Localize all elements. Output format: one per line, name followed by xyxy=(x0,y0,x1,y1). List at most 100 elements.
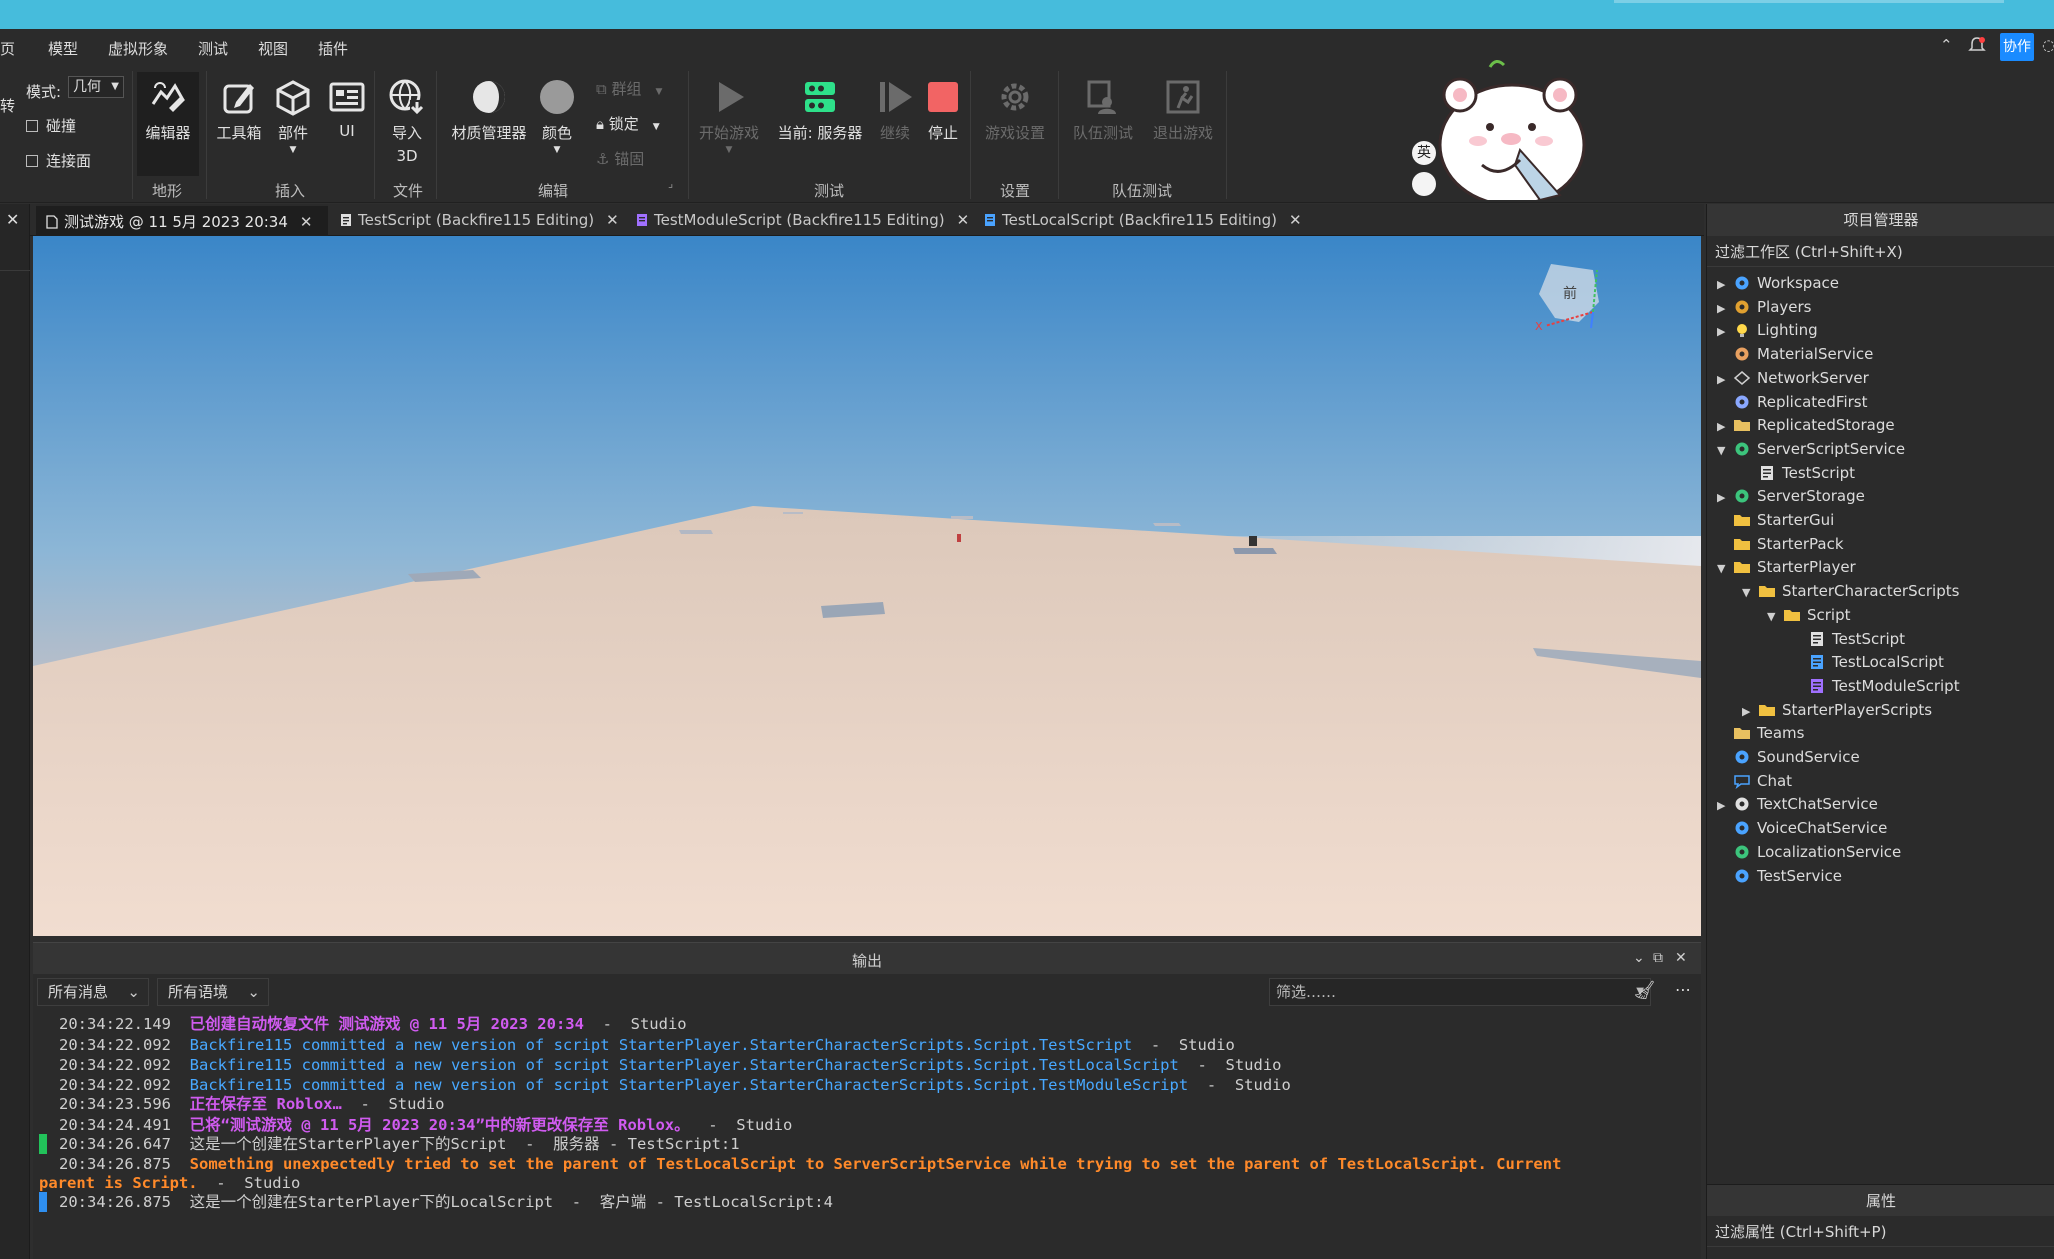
tree-item-players[interactable]: ▶ Players xyxy=(1717,296,1812,318)
part-button[interactable]: 部件 ▼ xyxy=(272,78,314,155)
collapsed-arrow-icon[interactable]: ▶ xyxy=(1717,795,1733,817)
tree-item-localizationservice[interactable]: LocalizationService xyxy=(1717,841,1901,863)
tree-item-replicatedfirst[interactable]: ReplicatedFirst xyxy=(1717,391,1867,413)
mode-select[interactable]: 几何 ▼ xyxy=(68,76,124,98)
tree-item-chat[interactable]: Chat xyxy=(1717,770,1792,792)
edit-group-expand-icon[interactable]: ⌟ xyxy=(668,177,673,190)
lock-dropdown-icon[interactable]: ▼ xyxy=(653,122,660,132)
join-checkbox[interactable] xyxy=(26,155,38,167)
team-test-button[interactable]: 队伍测试 xyxy=(1068,78,1138,143)
tree-item-soundservice[interactable]: SoundService xyxy=(1717,746,1860,768)
color-button[interactable]: 颜色 ▼ xyxy=(536,78,578,155)
tree-item-materialservice[interactable]: MaterialService xyxy=(1717,343,1873,365)
pop-out-icon[interactable]: ⧉ xyxy=(1653,950,1663,966)
color-dropdown-icon[interactable]: ▼ xyxy=(536,145,578,155)
help-icon[interactable]: ◌ xyxy=(2042,36,2054,54)
close-icon[interactable]: ✕ xyxy=(6,210,19,229)
explorer-filter-input[interactable]: 过滤工作区 (Ctrl+Shift+X) xyxy=(1707,237,2054,267)
menu-tab-home[interactable]: 页 xyxy=(0,38,15,59)
material-manager-button[interactable]: 材质管理器 xyxy=(448,78,530,143)
import-3d-button[interactable]: 导入 3D xyxy=(386,78,428,165)
collapsed-arrow-icon[interactable]: ▶ xyxy=(1742,701,1758,723)
tree-item-textchatservice[interactable]: ▶ TextChatService xyxy=(1717,793,1878,815)
expanded-arrow-icon[interactable]: ▼ xyxy=(1742,582,1758,604)
close-icon[interactable]: ✕ xyxy=(1675,950,1687,966)
game-settings-button[interactable]: 游戏设置 xyxy=(980,78,1050,143)
tree-item-testlocalscript[interactable]: TestLocalScript xyxy=(1792,651,1944,673)
tree-item-starterpack[interactable]: StarterPack xyxy=(1717,533,1844,555)
anchor-button[interactable]: ⚓︎ 锚固 xyxy=(596,148,644,169)
collide-toggle[interactable]: 碰撞 xyxy=(26,115,76,136)
expanded-arrow-icon[interactable]: ▼ xyxy=(1717,440,1733,462)
join-surfaces-toggle[interactable]: 连接面 xyxy=(26,150,91,171)
close-icon[interactable]: ✕ xyxy=(957,211,970,229)
start-game-dropdown-icon[interactable]: ▼ xyxy=(696,145,762,155)
output-panel: 输出 ⌄ ⧉ ✕ 所有消息 ⌄ 所有语境 ⌄ 筛选…… ▼ 🧹︎ ⋯ 20:34:22… xyxy=(33,942,1701,1259)
tree-item-replicatedstorage[interactable]: ▶ ReplicatedStorage xyxy=(1717,414,1895,436)
tree-item-serverscriptservice[interactable]: ▼ ServerScriptService xyxy=(1717,438,1905,460)
menu-tab-view[interactable]: 视图 xyxy=(258,38,288,59)
context-filter-select[interactable]: 所有语境 ⌄ xyxy=(157,978,269,1006)
output-filter-input[interactable]: 筛选…… ▼ xyxy=(1269,978,1651,1006)
more-options-icon[interactable]: ⋯ xyxy=(1675,980,1691,999)
continue-button[interactable]: 继续 xyxy=(874,78,916,143)
collapsed-arrow-icon[interactable]: ▶ xyxy=(1717,487,1733,509)
menu-tab-plugins[interactable]: 插件 xyxy=(318,38,348,59)
chevron-down-icon[interactable]: ⌄ xyxy=(1633,950,1645,966)
terrain-editor-button[interactable]: 编辑器 xyxy=(137,78,199,143)
collapsed-arrow-icon[interactable]: ▶ xyxy=(1717,416,1733,438)
collapse-ribbon-icon[interactable]: ⌃ xyxy=(1940,36,1953,54)
collapsed-arrow-icon[interactable]: ▶ xyxy=(1717,298,1733,320)
tree-item-workspace[interactable]: ▶ Workspace xyxy=(1717,272,1839,294)
lock-button[interactable]: 🔒︎ 锁定 ▼ xyxy=(596,113,660,134)
tree-item-teams[interactable]: Teams xyxy=(1717,722,1804,744)
tree-item-serverstorage[interactable]: ▶ ServerStorage xyxy=(1717,485,1865,507)
tree-item-startergui[interactable]: StarterGui xyxy=(1717,509,1834,531)
tab-test-module-script[interactable]: TestModuleScript (Backfire115 Editing) ✕ xyxy=(626,204,972,236)
collide-checkbox[interactable] xyxy=(26,120,38,132)
clear-output-broom-icon[interactable]: 🧹︎ xyxy=(1633,980,1656,1001)
expanded-arrow-icon[interactable]: ▼ xyxy=(1717,558,1733,580)
group-button[interactable]: ⧉ 群组 ▼ xyxy=(596,78,662,99)
menu-tab-test[interactable]: 测试 xyxy=(198,38,228,59)
toolbox-button[interactable]: 工具箱 xyxy=(212,78,266,143)
tree-item-starterplayer[interactable]: ▼ StarterPlayer xyxy=(1717,556,1856,578)
expanded-arrow-icon[interactable]: ▼ xyxy=(1767,606,1783,628)
log-text: 已将“测试游戏 @ 11 5月 2023 20:34”中的新更改保存至 Robl… xyxy=(189,1116,690,1134)
part-dropdown-icon[interactable]: ▼ xyxy=(272,145,314,155)
notification-bell-icon[interactable] xyxy=(1968,36,1986,58)
group-dropdown-icon[interactable]: ▼ xyxy=(656,87,663,97)
tab-test-local-script[interactable]: TestLocalScript (Backfire115 Editing) ✕ xyxy=(974,204,1314,236)
tree-item-testmodulescript[interactable]: TestModuleScript xyxy=(1792,675,1960,697)
tree-item-script[interactable]: ▼ Script xyxy=(1767,604,1851,626)
collapsed-arrow-icon[interactable]: ▶ xyxy=(1717,274,1733,296)
tab-test-script[interactable]: TestScript (Backfire115 Editing) ✕ xyxy=(330,204,624,236)
tree-item-voicechatservice[interactable]: VoiceChatService xyxy=(1717,817,1887,839)
close-icon[interactable]: ✕ xyxy=(1289,211,1302,229)
game-viewport[interactable]: 前 X xyxy=(33,236,1701,936)
tree-item-testscript[interactable]: TestScript xyxy=(1742,462,1855,484)
tab-test-game[interactable]: 测试游戏 @ 11 5月 2023 20:34 ✕ xyxy=(36,204,328,236)
tree-item-testscript[interactable]: TestScript xyxy=(1792,628,1905,650)
tree-item-lighting[interactable]: ▶ Lighting xyxy=(1717,319,1818,341)
close-icon[interactable]: ✕ xyxy=(606,211,619,229)
viewcube-front-label[interactable]: 前 xyxy=(1563,285,1577,302)
collapsed-arrow-icon[interactable]: ▶ xyxy=(1717,321,1733,343)
ui-button[interactable]: UI xyxy=(326,78,368,140)
stop-button[interactable]: 停止 xyxy=(922,78,964,143)
tree-item-testservice[interactable]: TestService xyxy=(1717,865,1842,887)
menu-tab-model[interactable]: 模型 xyxy=(48,38,78,59)
properties-filter-input[interactable]: 过滤属性 (Ctrl+Shift+P) xyxy=(1707,1217,2054,1247)
start-game-button[interactable]: 开始游戏 ▼ xyxy=(696,78,762,155)
tree-item-networkserver[interactable]: ▶ NetworkServer xyxy=(1717,367,1869,389)
color-swatch-icon xyxy=(540,80,574,114)
exit-game-button[interactable]: 退出游戏 xyxy=(1148,78,1218,143)
tree-item-starterplayerscripts[interactable]: ▶ StarterPlayerScripts xyxy=(1742,699,1932,721)
close-icon[interactable]: ✕ xyxy=(300,213,313,231)
current-server-button[interactable]: 当前: 服务器 xyxy=(772,78,868,143)
collapsed-arrow-icon[interactable]: ▶ xyxy=(1717,369,1733,391)
collaborate-button[interactable]: 协作 xyxy=(2000,33,2034,61)
menu-tab-avatar[interactable]: 虚拟形象 xyxy=(108,38,168,59)
tree-item-startercharacterscripts[interactable]: ▼ StarterCharacterScripts xyxy=(1742,580,1959,602)
message-filter-select[interactable]: 所有消息 ⌄ xyxy=(37,978,149,1006)
